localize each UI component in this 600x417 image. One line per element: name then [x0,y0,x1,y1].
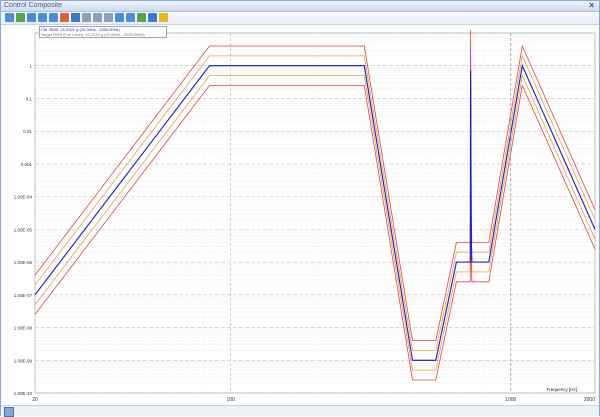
title-bar: Control Composite ✕ [1,1,599,12]
zoom-y-icon[interactable] [49,13,58,22]
y-tick-label: 0.001 [21,162,33,167]
pan-icon[interactable] [16,13,25,22]
legend-target-rms: Target RMS (Full Level): 22.2230 g (20.0… [41,32,145,37]
y-tick-label: 1 [29,64,32,69]
y-tick-label: 1.00E-10 [14,391,33,396]
zoom-fit-icon[interactable] [5,13,14,22]
y-tick-label: 0.01 [23,129,32,134]
x-tick-label: 1000 [505,397,516,403]
chart-legend: Ctrl. RMS: 21.9321 g (20.00Hz - 2000.00H… [39,26,167,38]
x-tick-label: 2000 [584,397,595,403]
lightning-icon[interactable] [159,13,168,22]
x-tick-label: 20 [32,397,38,403]
y-tick-label: 1.00E-06 [14,260,33,265]
chart-toolbar [1,12,599,25]
table-icon[interactable] [71,13,80,22]
zoom-x-icon[interactable] [38,13,47,22]
undo-icon[interactable] [93,13,102,22]
log-scale-icon[interactable] [115,13,124,22]
y-tick-label: 1.00E-04 [14,195,33,200]
plot-area[interactable]: 1 0.1 0.01 0.001 1.00E-04 1.00E-05 1.00E-06 1.0… [1,25,599,417]
y-tick-label: 1.00E-09 [14,358,33,363]
y-tick-label: 0.1 [26,96,33,101]
y-tick-label: 1.00E-07 [14,293,33,298]
zoom-in-icon[interactable] [27,13,36,22]
x-tick-label: 100 [227,397,236,403]
status-bar [1,405,599,417]
y-tick-label: 1.00E-05 [14,227,33,232]
save-icon[interactable] [148,13,157,22]
close-icon[interactable]: ✕ [588,1,595,11]
window-title: Control Composite [4,2,62,9]
cursor-icon[interactable] [82,13,91,22]
export-icon[interactable] [137,13,146,22]
control-composite-window: Control Composite ✕ 1 0.1 0.01 0.001 1.00E-0… [0,0,600,417]
grid-icon[interactable] [126,13,135,22]
y-tick-label: 1.00E-08 [14,326,33,331]
x-axis-label: Frequency [Hz] [546,387,577,392]
crosshair-icon[interactable] [60,13,69,22]
redo-icon[interactable] [104,13,113,22]
